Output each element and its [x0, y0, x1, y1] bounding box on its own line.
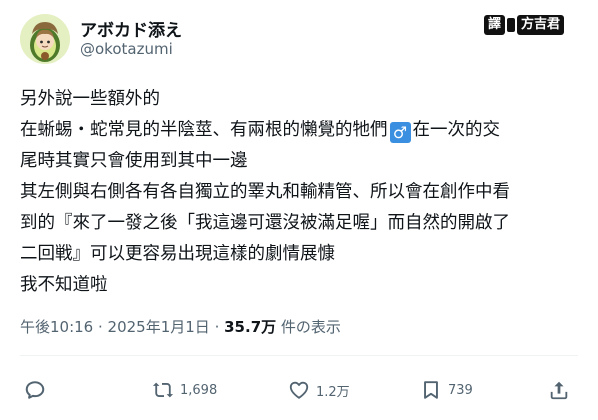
post-line: 到的『來了一發之後「我這邊可還沒被滿足喔」而自然的開啟了: [20, 213, 510, 233]
watermark-left-label: 譯: [484, 15, 506, 35]
watermark-right-label: 方吉君: [517, 15, 565, 35]
post-body: 另外說一些額外的 在蜥蜴・蛇常見的半陰莖、有兩根的懶覺的牠們 ♂ 在一次的交 尾時其…: [20, 84, 586, 301]
post-card: アボカド添え @okotazumi 譯 方吉君 另外說一些額外的 在蜥蜴・蛇常見…: [0, 0, 598, 420]
translator-watermark: 譯 方吉君: [484, 14, 565, 36]
post-date[interactable]: 2025年1月1日: [108, 318, 210, 336]
display-name[interactable]: アボカド添え: [80, 16, 182, 41]
reply-button[interactable]: [24, 372, 46, 408]
share-button[interactable]: [548, 372, 570, 408]
watermark-separator: [507, 18, 516, 32]
share-icon: [550, 381, 568, 400]
post-meta: 午後10:16 · 2025年1月1日 · 35.7万 件の表示: [20, 316, 341, 337]
post-line: 其左側與右側各有各自獨立的睪丸和輸精管、所以會在創作中看: [20, 182, 510, 202]
bookmark-icon: [424, 381, 438, 399]
bookmark-button[interactable]: 739: [420, 372, 473, 408]
heart-icon: [289, 381, 309, 399]
action-bar: 1,698 1.2万 739: [0, 372, 598, 408]
post-line: 另外說一些額外的: [20, 89, 160, 109]
meta-separator: ·: [93, 318, 108, 336]
retweet-button[interactable]: 1,698: [152, 372, 217, 408]
retweet-icon: [152, 382, 174, 398]
retweet-count: 1,698: [180, 382, 218, 398]
avatar[interactable]: [20, 14, 70, 64]
post-line-text: 在蜥蜴・蛇常見的半陰莖、有兩根的懶覺的牠們: [20, 120, 388, 140]
divider: [20, 355, 578, 356]
views-count[interactable]: 35.7万: [224, 318, 276, 336]
meta-separator: ·: [209, 318, 225, 336]
post-line: 我不知道啦: [20, 275, 108, 295]
like-count: 1.2万: [316, 384, 350, 400]
post-line: 尾時其實只會使用到其中一邊: [20, 151, 248, 171]
post-line-text: 在一次的交: [412, 120, 501, 140]
views-label: 件の表示: [276, 318, 341, 336]
avocado-character-avatar-icon: [20, 14, 70, 64]
post-line: 在蜥蜴・蛇常見的半陰莖、有兩根的懶覺的牠們 ♂ 在一次的交: [20, 115, 586, 146]
username-handle[interactable]: @okotazumi: [80, 40, 173, 58]
bookmark-count: 739: [448, 382, 473, 398]
post-line: 二回戦』可以更容易出現這樣的劇情展慷: [20, 244, 335, 264]
post-time[interactable]: 午後10:16: [20, 318, 93, 336]
reply-icon: [25, 381, 45, 399]
like-button[interactable]: 1.2万: [288, 372, 350, 408]
male-sign-emoji-icon: ♂: [389, 122, 411, 143]
